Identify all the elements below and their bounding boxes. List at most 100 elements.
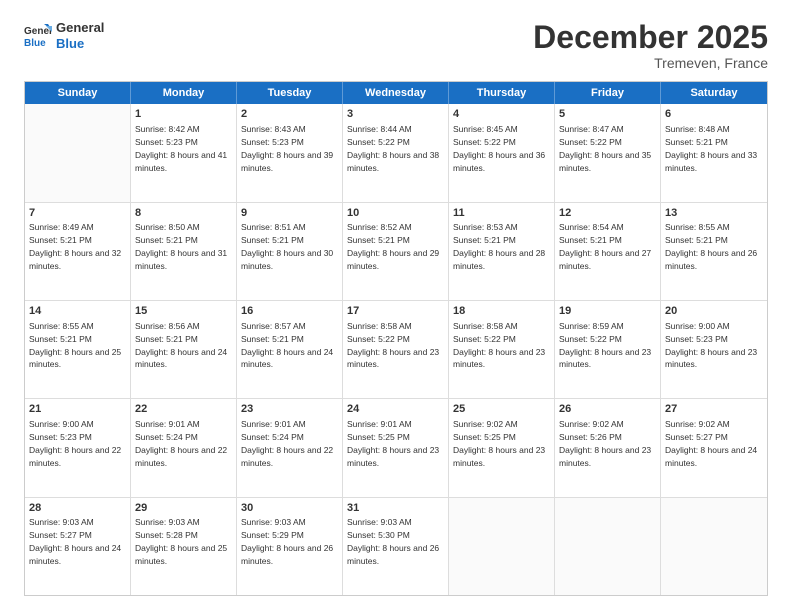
cell-info: Sunrise: 8:50 AMSunset: 5:21 PMDaylight:… [135,222,227,271]
logo-line1: General [56,20,104,36]
calendar-cell: 30Sunrise: 9:03 AMSunset: 5:29 PMDayligh… [237,498,343,595]
calendar-week-1: 1 Sunrise: 8:42 AMSunset: 5:23 PMDaylight… [25,104,767,202]
cell-info: Sunrise: 8:56 AMSunset: 5:21 PMDaylight:… [135,321,227,370]
header-tuesday: Tuesday [237,82,343,104]
calendar-week-3: 14Sunrise: 8:55 AMSunset: 5:21 PMDayligh… [25,301,767,399]
cell-info: Sunrise: 8:55 AMSunset: 5:21 PMDaylight:… [665,222,757,271]
calendar: Sunday Monday Tuesday Wednesday Thursday… [24,81,768,596]
cell-info: Sunrise: 9:03 AMSunset: 5:27 PMDaylight:… [29,517,121,566]
calendar-cell: 8Sunrise: 8:50 AMSunset: 5:21 PMDaylight… [131,203,237,300]
day-number: 18 [453,304,550,319]
logo-icon: General Blue [24,22,52,50]
day-number: 16 [241,304,338,319]
day-number: 7 [29,206,126,221]
header-sunday: Sunday [25,82,131,104]
calendar-cell: 19Sunrise: 8:59 AMSunset: 5:22 PMDayligh… [555,301,661,398]
calendar-cell: 2 Sunrise: 8:43 AMSunset: 5:23 PMDaylight… [237,104,343,201]
cell-info: Sunrise: 8:42 AMSunset: 5:23 PMDaylight:… [135,124,227,173]
calendar-week-4: 21Sunrise: 9:00 AMSunset: 5:23 PMDayligh… [25,399,767,497]
cell-info: Sunrise: 8:54 AMSunset: 5:21 PMDaylight:… [559,222,651,271]
cell-info: Sunrise: 9:01 AMSunset: 5:25 PMDaylight:… [347,419,439,468]
cell-info: Sunrise: 8:57 AMSunset: 5:21 PMDaylight:… [241,321,333,370]
day-number: 25 [453,402,550,417]
cell-info: Sunrise: 8:55 AMSunset: 5:21 PMDaylight:… [29,321,121,370]
calendar-cell: 3 Sunrise: 8:44 AMSunset: 5:22 PMDaylight… [343,104,449,201]
day-number: 11 [453,206,550,221]
calendar-body: 1 Sunrise: 8:42 AMSunset: 5:23 PMDaylight… [25,104,767,595]
cell-info: Sunrise: 9:03 AMSunset: 5:28 PMDaylight:… [135,517,227,566]
calendar-cell: 24 Sunrise: 9:01 AMSunset: 5:25 PMDayligh… [343,399,449,496]
calendar-cell: 20Sunrise: 9:00 AMSunset: 5:23 PMDayligh… [661,301,767,398]
cell-info: Sunrise: 8:45 AMSunset: 5:22 PMDaylight:… [453,124,545,173]
cell-info: Sunrise: 8:58 AMSunset: 5:22 PMDaylight:… [347,321,439,370]
cell-info: Sunrise: 9:01 AMSunset: 5:24 PMDaylight:… [241,419,333,468]
day-number: 2 [241,107,338,122]
header: General Blue General Blue December 2025 … [24,20,768,71]
day-number: 13 [665,206,763,221]
cell-info: Sunrise: 8:48 AMSunset: 5:21 PMDaylight:… [665,124,757,173]
cell-info: Sunrise: 9:03 AMSunset: 5:30 PMDaylight:… [347,517,439,566]
cell-info: Sunrise: 9:02 AMSunset: 5:26 PMDaylight:… [559,419,651,468]
day-number: 6 [665,107,763,122]
svg-text:Blue: Blue [24,38,46,49]
calendar-cell: 10Sunrise: 8:52 AMSunset: 5:21 PMDayligh… [343,203,449,300]
cell-info: Sunrise: 8:51 AMSunset: 5:21 PMDaylight:… [241,222,333,271]
cell-info: Sunrise: 8:52 AMSunset: 5:21 PMDaylight:… [347,222,439,271]
day-number: 4 [453,107,550,122]
calendar-cell: 21Sunrise: 9:00 AMSunset: 5:23 PMDayligh… [25,399,131,496]
calendar-cell: 23 Sunrise: 9:01 AMSunset: 5:24 PMDayligh… [237,399,343,496]
calendar-cell: 6 Sunrise: 8:48 AMSunset: 5:21 PMDaylight… [661,104,767,201]
day-number: 15 [135,304,232,319]
cell-info: Sunrise: 9:00 AMSunset: 5:23 PMDaylight:… [29,419,121,468]
day-number: 9 [241,206,338,221]
day-number: 24 [347,402,444,417]
calendar-header: Sunday Monday Tuesday Wednesday Thursday… [25,82,767,104]
calendar-cell: 12Sunrise: 8:54 AMSunset: 5:21 PMDayligh… [555,203,661,300]
header-saturday: Saturday [661,82,767,104]
header-friday: Friday [555,82,661,104]
logo: General Blue General Blue [24,20,104,51]
cell-info: Sunrise: 9:02 AMSunset: 5:27 PMDaylight:… [665,419,757,468]
calendar-cell: 16 Sunrise: 8:57 AMSunset: 5:21 PMDayligh… [237,301,343,398]
day-number: 3 [347,107,444,122]
calendar-cell: 29Sunrise: 9:03 AMSunset: 5:28 PMDayligh… [131,498,237,595]
day-number: 28 [29,501,126,516]
day-number: 19 [559,304,656,319]
day-number: 5 [559,107,656,122]
calendar-week-2: 7Sunrise: 8:49 AMSunset: 5:21 PMDaylight… [25,203,767,301]
calendar-cell: 25 Sunrise: 9:02 AMSunset: 5:25 PMDayligh… [449,399,555,496]
logo-line2: Blue [56,36,104,52]
day-number: 20 [665,304,763,319]
day-number: 30 [241,501,338,516]
calendar-cell: 13Sunrise: 8:55 AMSunset: 5:21 PMDayligh… [661,203,767,300]
day-number: 23 [241,402,338,417]
day-number: 31 [347,501,444,516]
header-wednesday: Wednesday [343,82,449,104]
cell-info: Sunrise: 9:02 AMSunset: 5:25 PMDaylight:… [453,419,545,468]
header-thursday: Thursday [449,82,555,104]
calendar-cell: 14Sunrise: 8:55 AMSunset: 5:21 PMDayligh… [25,301,131,398]
calendar-cell: 7Sunrise: 8:49 AMSunset: 5:21 PMDaylight… [25,203,131,300]
cell-info: Sunrise: 8:58 AMSunset: 5:22 PMDaylight:… [453,321,545,370]
day-number: 22 [135,402,232,417]
calendar-cell: 15 Sunrise: 8:56 AMSunset: 5:21 PMDayligh… [131,301,237,398]
calendar-cell [661,498,767,595]
calendar-cell: 9Sunrise: 8:51 AMSunset: 5:21 PMDaylight… [237,203,343,300]
calendar-cell: 26 Sunrise: 9:02 AMSunset: 5:26 PMDayligh… [555,399,661,496]
day-number: 17 [347,304,444,319]
day-number: 1 [135,107,232,122]
calendar-cell: 5 Sunrise: 8:47 AMSunset: 5:22 PMDaylight… [555,104,661,201]
day-number: 10 [347,206,444,221]
day-number: 8 [135,206,232,221]
calendar-week-5: 28Sunrise: 9:03 AMSunset: 5:27 PMDayligh… [25,498,767,595]
day-number: 27 [665,402,763,417]
day-number: 26 [559,402,656,417]
cell-info: Sunrise: 8:44 AMSunset: 5:22 PMDaylight:… [347,124,439,173]
month-title: December 2025 [533,20,768,55]
day-number: 29 [135,501,232,516]
calendar-cell: 18 Sunrise: 8:58 AMSunset: 5:22 PMDayligh… [449,301,555,398]
cell-info: Sunrise: 8:47 AMSunset: 5:22 PMDaylight:… [559,124,651,173]
calendar-cell [555,498,661,595]
cell-info: Sunrise: 8:43 AMSunset: 5:23 PMDaylight:… [241,124,333,173]
calendar-cell [25,104,131,201]
